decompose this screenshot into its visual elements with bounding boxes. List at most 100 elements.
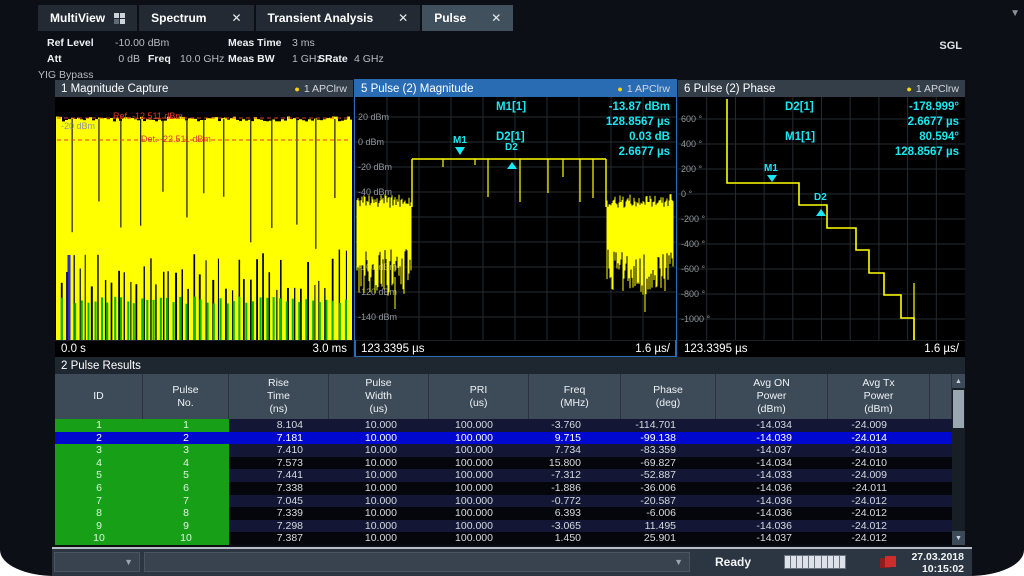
id-cell: 4 xyxy=(143,457,229,470)
window-pulse-phase: 6 Pulse (2) Phase ● 1 APClrw 600 °400 °2… xyxy=(678,80,965,357)
value-cell: 10.000 xyxy=(329,520,429,533)
scroll-up-icon[interactable]: ▲ xyxy=(952,374,965,388)
marker-name xyxy=(785,115,847,130)
table-row[interactable]: 777.04510.000100.000-0.772-20.587-14.036… xyxy=(55,495,952,508)
id-cell: 9 xyxy=(143,520,229,533)
value-cell: -114.701 xyxy=(621,419,716,432)
header-value[interactable]: 4 GHz xyxy=(354,52,384,67)
window6-titlebar[interactable]: 6 Pulse (2) Phase ● 1 APClrw xyxy=(678,80,965,97)
value-cell: 100.000 xyxy=(429,520,529,533)
column-header[interactable]: Phase (deg) xyxy=(621,374,716,419)
message-field[interactable]: ▼ xyxy=(144,552,690,572)
svg-text:-140 dBm: -140 dBm xyxy=(358,312,397,322)
window5-marker-table: M1[1]-13.87 dBm128.8567 µsD2[1]0.03 dB2.… xyxy=(496,100,670,160)
window5-trace-legend: ● 1 APClrw xyxy=(617,83,670,95)
table-row[interactable]: 337.41010.000100.0007.734-83.359-14.037-… xyxy=(55,444,952,457)
value-cell: -14.036 xyxy=(716,520,828,533)
value-cell: 7.339 xyxy=(229,507,329,520)
close-tab-icon[interactable]: ✕ xyxy=(231,11,241,25)
value-cell: -24.012 xyxy=(828,495,930,508)
id-cell: 4 xyxy=(55,457,143,470)
value-cell: 100.000 xyxy=(429,457,529,470)
svg-text:-600 °: -600 ° xyxy=(681,264,706,274)
table-row[interactable]: 447.57310.000100.00015.800-69.827-14.034… xyxy=(55,457,952,470)
window1-titlebar[interactable]: 1 Magnitude Capture ● 1 APClrw xyxy=(55,80,353,97)
value-cell: 10.000 xyxy=(329,507,429,520)
results-scrollbar[interactable]: ▲ ▼ xyxy=(952,374,965,545)
header-value[interactable]: 10.0 GHz xyxy=(180,52,224,67)
marker-value: 2.6677 µs xyxy=(558,145,670,160)
svg-text:M1: M1 xyxy=(453,135,467,146)
column-header[interactable]: Avg ON Power (dBm) xyxy=(716,374,828,419)
marker-value: 80.594° xyxy=(847,130,959,145)
value-cell: -14.034 xyxy=(716,419,828,432)
table-row[interactable]: 997.29810.000100.000-3.06511.495-14.036-… xyxy=(55,520,952,533)
value-cell: 7.441 xyxy=(229,469,329,482)
value-cell: 7.573 xyxy=(229,457,329,470)
close-tab-icon[interactable]: ✕ xyxy=(398,11,408,25)
window5-x-axis: 123.3395 µs 1.6 µs/ xyxy=(355,340,676,357)
id-cell: 3 xyxy=(143,444,229,457)
value-cell: 100.000 xyxy=(429,444,529,457)
scroll-down-icon[interactable]: ▼ xyxy=(952,531,965,545)
time-text: 10:15:02 xyxy=(911,563,964,575)
window6-title: 6 Pulse (2) Phase xyxy=(684,83,775,95)
value-cell: 11.495 xyxy=(621,520,716,533)
scrollbar-thumb[interactable] xyxy=(953,390,964,428)
header-value[interactable]: 3 ms xyxy=(292,36,315,51)
table-row[interactable]: 227.18110.000100.0009.715-99.138-14.039-… xyxy=(55,432,952,445)
svg-text:-800 °: -800 ° xyxy=(681,289,706,299)
value-cell: -20.587 xyxy=(621,495,716,508)
marker-name: M1[1] xyxy=(785,130,847,145)
header-value[interactable]: 0 dB xyxy=(72,52,140,67)
tab-multiview[interactable]: MultiView xyxy=(38,5,137,31)
table-row[interactable]: 667.33810.000100.000-1.886-36.006-14.036… xyxy=(55,482,952,495)
column-header[interactable]: Pulse Width (us) xyxy=(329,374,429,419)
value-cell: -1.886 xyxy=(529,482,621,495)
column-header[interactable]: Avg Tx Power (dBm) xyxy=(828,374,930,419)
tab-spectrum[interactable]: Spectrum✕ xyxy=(139,5,253,31)
value-cell: -3.065 xyxy=(529,520,621,533)
table-row[interactable]: 887.33910.000100.0006.393-6.006-14.036-2… xyxy=(55,507,952,520)
window5-titlebar[interactable]: 5 Pulse (2) Magnitude ● 1 APClrw xyxy=(355,80,676,97)
table-row[interactable]: 118.10410.000100.000-3.760-114.701-14.03… xyxy=(55,419,952,432)
value-cell: 10.000 xyxy=(329,444,429,457)
w1-y-axis-label: -20 dBm xyxy=(61,121,95,131)
header-label: Freq xyxy=(148,52,171,67)
w5-x-start: 123.3395 µs xyxy=(361,343,425,355)
table-row[interactable]: 10107.38710.000100.0001.45025.901-14.037… xyxy=(55,532,952,545)
tab-transient-analysis[interactable]: Transient Analysis✕ xyxy=(256,5,421,31)
column-header[interactable]: Pulse No. xyxy=(143,374,229,419)
tab-pulse[interactable]: Pulse✕ xyxy=(422,5,513,31)
status-dropdown[interactable]: ▼ xyxy=(54,552,140,572)
tab-label: MultiView xyxy=(50,11,105,25)
value-cell: 7.181 xyxy=(229,432,329,445)
value-cell: 7.298 xyxy=(229,520,329,533)
id-cell: 7 xyxy=(143,495,229,508)
multiview-grid-icon xyxy=(114,13,125,24)
datetime: 27.03.2018 10:15:02 xyxy=(911,551,964,575)
value-cell: 100.000 xyxy=(429,532,529,545)
svg-text:20 dBm: 20 dBm xyxy=(358,112,389,122)
column-header[interactable]: PRI (us) xyxy=(429,374,529,419)
id-cell: 8 xyxy=(55,507,143,520)
value-cell: -24.014 xyxy=(828,432,930,445)
value-cell: 100.000 xyxy=(429,507,529,520)
tab-overflow-icon[interactable]: ▼ xyxy=(1010,0,1020,26)
column-header[interactable]: ID xyxy=(55,374,143,419)
value-cell: 10.000 xyxy=(329,419,429,432)
window6-plot: 600 °400 °200 °0 °-200 °-400 °-600 °-800… xyxy=(678,97,965,340)
value-cell: -3.760 xyxy=(529,419,621,432)
chevron-down-icon: ▼ xyxy=(124,557,133,567)
column-header[interactable]: Rise Time (ns) xyxy=(229,374,329,419)
trace1-dot-icon: ● xyxy=(906,84,911,94)
value-cell: -14.036 xyxy=(716,482,828,495)
table-row[interactable]: 557.44110.000100.000-7.312-52.887-14.033… xyxy=(55,469,952,482)
trace1-dot-icon: ● xyxy=(294,84,299,94)
w1-x-start: 0.0 s xyxy=(61,343,86,355)
value-cell: 7.410 xyxy=(229,444,329,457)
window6-marker-table: D2[1]-178.999°2.6677 µsM1[1]80.594°128.8… xyxy=(785,100,959,160)
column-header[interactable]: Freq (MHz) xyxy=(529,374,621,419)
close-tab-icon[interactable]: ✕ xyxy=(491,11,501,25)
header-value[interactable]: -10.00 dBm xyxy=(115,36,169,51)
